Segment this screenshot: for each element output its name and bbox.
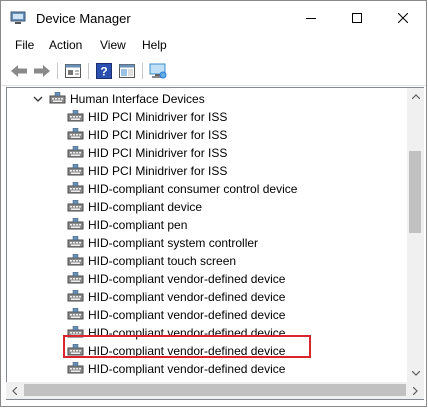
device-row[interactable]: HID-compliant vendor-defined device [7,270,407,288]
scroll-left-arrow-icon[interactable] [6,382,23,399]
hid-device-icon [67,217,84,232]
device-label: HID-compliant vendor-defined device [88,272,286,286]
device-tree[interactable]: Human Interface Devices HID PCI Minidriv… [6,87,408,383]
device-label: HID-compliant consumer control device [88,182,298,196]
close-button[interactable] [380,1,426,34]
hid-device-icon [67,271,84,286]
device-label: HID-compliant vendor-defined device [88,308,286,322]
monitor-icon[interactable] [148,61,168,81]
scroll-down-arrow-icon[interactable] [407,365,424,382]
hid-device-icon [67,199,84,214]
device-row[interactable]: HID-compliant pen [7,216,407,234]
hid-device-icon [67,109,84,124]
hid-device-icon [67,163,84,178]
toolbar-separator [57,63,58,79]
device-row[interactable]: HID PCI Minidriver for ISS [7,108,407,126]
hid-device-icon [67,253,84,268]
hid-device-icon [67,235,84,250]
device-label: HID PCI Minidriver for ISS [88,110,228,124]
device-label: HID PCI Minidriver for ISS [88,146,228,160]
device-label: HID-compliant pen [88,218,188,232]
horizontal-scroll-thumb[interactable] [24,384,406,396]
help-icon[interactable]: ? [94,61,114,81]
hid-device-icon [67,145,84,160]
device-row[interactable]: HID-compliant vendor-defined device [7,360,407,378]
properties-icon[interactable] [63,61,83,81]
maximize-button[interactable] [334,1,380,34]
window-title: Device Manager [36,11,131,26]
back-arrow-icon[interactable] [9,61,29,81]
device-label: HID-compliant vendor-defined device [88,290,286,304]
device-row[interactable]: HID-compliant vendor-defined device [7,288,407,306]
hid-device-icon [67,127,84,142]
device-row[interactable]: HID PCI Minidriver for ISS [7,162,407,180]
forward-arrow-icon[interactable] [32,61,52,81]
device-row[interactable]: HID-compliant consumer control device [7,180,407,198]
device-row[interactable]: HID-compliant touch screen [7,252,407,270]
chevron-down-icon[interactable] [32,93,44,105]
toolbar-separator [142,63,143,79]
menu-view[interactable]: View [100,38,126,52]
scroll-up-arrow-icon[interactable] [407,88,424,105]
category-human-interface-devices[interactable]: Human Interface Devices [7,90,407,108]
device-label: HID PCI Minidriver for ISS [88,128,228,142]
device-row[interactable]: HID PCI Minidriver for ISS [7,126,407,144]
device-label: HID-compliant system controller [88,236,259,250]
hid-device-icon [67,181,84,196]
menu-action[interactable]: Action [49,38,82,52]
device-row[interactable]: HID-compliant system controller [7,234,407,252]
minimize-button[interactable] [288,1,334,34]
hid-device-icon [67,361,84,376]
device-label: HID-compliant touch screen [88,254,237,268]
category-label: Human Interface Devices [70,92,205,106]
device-manager-window: Device Manager File Action View Help ? H… [0,0,427,407]
title-bar: Device Manager [1,1,426,34]
menu-bar: File Action View Help [1,37,426,55]
vertical-scroll-thumb[interactable] [409,151,421,233]
menu-file[interactable]: File [15,38,34,52]
toolbar: ? [1,57,426,86]
device-row[interactable]: HID-compliant device [7,198,407,216]
hid-device-icon [49,91,66,106]
toolbar-separator [88,63,89,79]
highlight-box [63,335,311,358]
hid-device-icon [67,307,84,322]
svg-text:?: ? [100,65,107,79]
device-label: HID PCI Minidriver for ISS [88,164,228,178]
menu-help[interactable]: Help [142,38,167,52]
device-row[interactable]: HID PCI Minidriver for ISS [7,144,407,162]
device-row[interactable]: HID-compliant vendor-defined device [7,306,407,324]
hid-device-icon [67,289,84,304]
device-label: HID-compliant vendor-defined device [88,362,286,376]
device-label: HID-compliant device [88,200,203,214]
device-manager-icon [10,10,26,26]
scroll-right-arrow-icon[interactable] [407,382,424,399]
horizontal-scrollbar[interactable] [6,382,424,400]
vertical-scrollbar[interactable] [407,87,424,382]
view-icon[interactable] [117,61,137,81]
